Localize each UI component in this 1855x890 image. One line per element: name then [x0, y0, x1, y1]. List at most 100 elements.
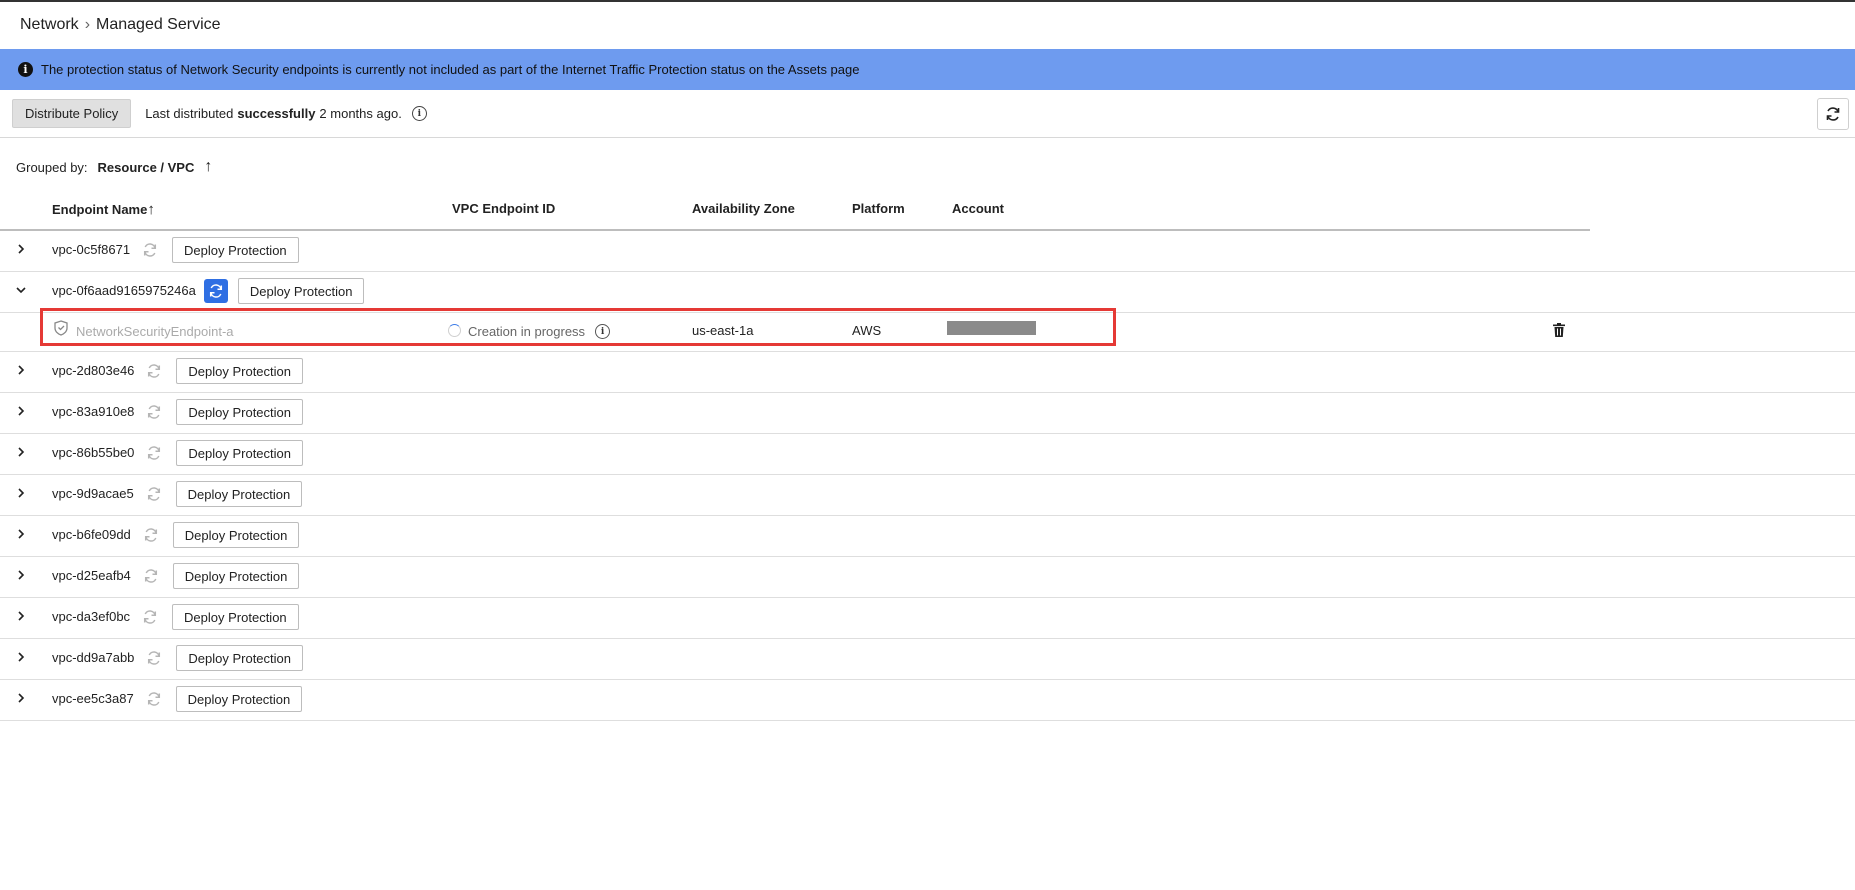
sync-button[interactable]	[139, 564, 163, 588]
vpc-name: vpc-9d9acae5	[52, 486, 134, 501]
info-icon: i	[18, 62, 33, 77]
chevron-right-icon[interactable]	[14, 691, 28, 705]
sync-button[interactable]	[139, 523, 163, 547]
endpoint-platform: AWS	[852, 323, 882, 338]
vpc-group-row[interactable]: vpc-9d9acae5 Deploy Protection	[0, 474, 1855, 516]
column-availability-zone[interactable]: Availability Zone	[692, 201, 795, 216]
endpoint-row[interactable]: NetworkSecurityEndpoint-a Creation in pr…	[0, 312, 1855, 352]
sync-button[interactable]	[142, 687, 166, 711]
chevron-right-icon[interactable]	[14, 363, 28, 377]
deploy-protection-button[interactable]: Deploy Protection	[175, 481, 303, 507]
sync-icon	[143, 243, 157, 257]
table-header: Endpoint Name↑ VPC Endpoint ID Availabil…	[0, 195, 1590, 231]
vpc-name: vpc-da3ef0bc	[52, 609, 131, 624]
sync-button[interactable]	[142, 359, 166, 383]
column-vpc-endpoint-id[interactable]: VPC Endpoint ID	[452, 201, 555, 216]
column-platform[interactable]: Platform	[852, 201, 905, 216]
chevron-right-icon[interactable]	[14, 404, 28, 418]
column-endpoint-name[interactable]: Endpoint Name↑	[52, 201, 155, 218]
vpc-name: vpc-b6fe09dd	[52, 527, 131, 542]
sync-icon	[144, 569, 157, 583]
vpc-group-row[interactable]: vpc-da3ef0bc Deploy Protection	[0, 597, 1855, 639]
refresh-button[interactable]	[1817, 98, 1849, 130]
vpc-group-row[interactable]: vpc-0c5f8671 Deploy Protection	[0, 230, 1855, 272]
sync-button[interactable]	[142, 482, 166, 506]
vpc-name: vpc-ee5c3a87	[52, 691, 134, 706]
endpoint-name: NetworkSecurityEndpoint-a	[76, 324, 234, 339]
last-distributed-time: 2 months ago.	[319, 106, 402, 121]
sync-button[interactable]	[142, 646, 166, 670]
deploy-protection-button[interactable]: Deploy Protection	[237, 278, 365, 304]
last-distributed-result: successfully	[237, 106, 316, 121]
sync-button[interactable]	[142, 441, 166, 465]
breadcrumb: Network › Managed Service	[20, 16, 221, 34]
chevron-right-icon[interactable]	[14, 445, 28, 459]
sync-icon	[144, 528, 157, 542]
chevron-right-icon[interactable]	[14, 650, 28, 664]
sync-button[interactable]	[138, 605, 162, 629]
vpc-group-row[interactable]: vpc-ee5c3a87 Deploy Protection	[0, 679, 1855, 721]
deploy-protection-button[interactable]: Deploy Protection	[176, 358, 304, 384]
endpoint-account-redacted	[947, 321, 1036, 335]
deploy-protection-button[interactable]: Deploy Protection	[175, 686, 303, 712]
breadcrumb-current: Managed Service	[96, 16, 221, 33]
breadcrumb-root[interactable]: Network	[20, 16, 79, 33]
distribute-policy-button[interactable]: Distribute Policy	[12, 99, 132, 128]
sync-icon	[147, 487, 160, 501]
sync-icon	[148, 651, 161, 665]
sort-ascending-icon[interactable]: ↑	[204, 158, 212, 176]
last-distributed-prefix: Last distributed	[145, 106, 234, 121]
deploy-protection-button[interactable]: Deploy Protection	[176, 399, 304, 425]
trash-icon[interactable]	[1552, 322, 1566, 338]
sync-icon	[209, 284, 222, 298]
loading-spinner-icon	[448, 324, 461, 337]
toolbar: Distribute Policy Last distributed succe…	[0, 90, 1855, 138]
vpc-group-row[interactable]: vpc-2d803e46 Deploy Protection	[0, 351, 1855, 393]
chevron-down-icon[interactable]	[14, 283, 28, 297]
column-endpoint-name-label: Endpoint Name	[52, 202, 148, 217]
deploy-protection-button[interactable]: Deploy Protection	[176, 440, 304, 466]
vpc-group-row[interactable]: vpc-83a910e8 Deploy Protection	[0, 392, 1855, 434]
chevron-right-icon[interactable]	[14, 568, 28, 582]
shield-icon	[54, 320, 68, 336]
vpc-group-row[interactable]: vpc-0f6aad9165975246a Deploy Protection	[0, 271, 1855, 313]
vpc-name: vpc-83a910e8	[52, 404, 135, 419]
info-circle-icon[interactable]: i	[411, 106, 427, 121]
chevron-right-icon[interactable]	[14, 242, 28, 256]
chevron-right-icon[interactable]	[14, 609, 28, 623]
endpoint-status-text: Creation in progress	[468, 324, 586, 339]
banner-text: The protection status of Network Securit…	[41, 62, 860, 77]
vpc-group-row[interactable]: vpc-dd9a7abb Deploy Protection	[0, 638, 1855, 680]
endpoint-availability-zone: us-east-1a	[692, 323, 754, 338]
deploy-protection-button[interactable]: Deploy Protection	[172, 563, 300, 589]
grouped-by-label: Grouped by:	[16, 159, 88, 175]
vpc-group-row[interactable]: vpc-d25eafb4 Deploy Protection	[0, 556, 1855, 598]
vpc-group-row[interactable]: vpc-86b55be0 Deploy Protection	[0, 433, 1855, 475]
deploy-protection-button[interactable]: Deploy Protection	[176, 645, 304, 671]
sync-button[interactable]	[142, 400, 166, 424]
vpc-name: vpc-d25eafb4	[52, 568, 131, 583]
sort-arrow-up-icon: ↑	[147, 201, 155, 218]
info-circle-icon[interactable]: i	[595, 324, 611, 339]
grouped-by-value[interactable]: Resource / VPC	[98, 160, 195, 175]
sync-icon	[148, 446, 161, 460]
vpc-group-row[interactable]: vpc-b6fe09dd Deploy Protection	[0, 515, 1855, 557]
sync-button[interactable]	[203, 279, 228, 303]
vpc-name: vpc-0c5f8671	[52, 242, 131, 257]
sync-icon	[148, 364, 161, 378]
sync-icon	[147, 692, 160, 706]
vpc-name: vpc-2d803e46	[52, 363, 135, 378]
vpc-name: vpc-0f6aad9165975246a	[52, 283, 196, 298]
vpc-name: vpc-86b55be0	[52, 445, 135, 460]
last-distributed-status: Last distributed successfully 2 months a…	[145, 106, 427, 121]
chevron-right-icon[interactable]	[14, 527, 28, 541]
deploy-protection-button[interactable]: Deploy Protection	[172, 237, 299, 263]
deploy-protection-button[interactable]: Deploy Protection	[172, 522, 300, 548]
vpc-name: vpc-dd9a7abb	[52, 650, 135, 665]
sync-icon	[143, 610, 157, 624]
info-banner: i The protection status of Network Secur…	[0, 49, 1855, 90]
column-account[interactable]: Account	[952, 201, 1004, 216]
sync-button[interactable]	[138, 238, 162, 262]
chevron-right-icon[interactable]	[14, 486, 28, 500]
deploy-protection-button[interactable]: Deploy Protection	[172, 604, 299, 630]
